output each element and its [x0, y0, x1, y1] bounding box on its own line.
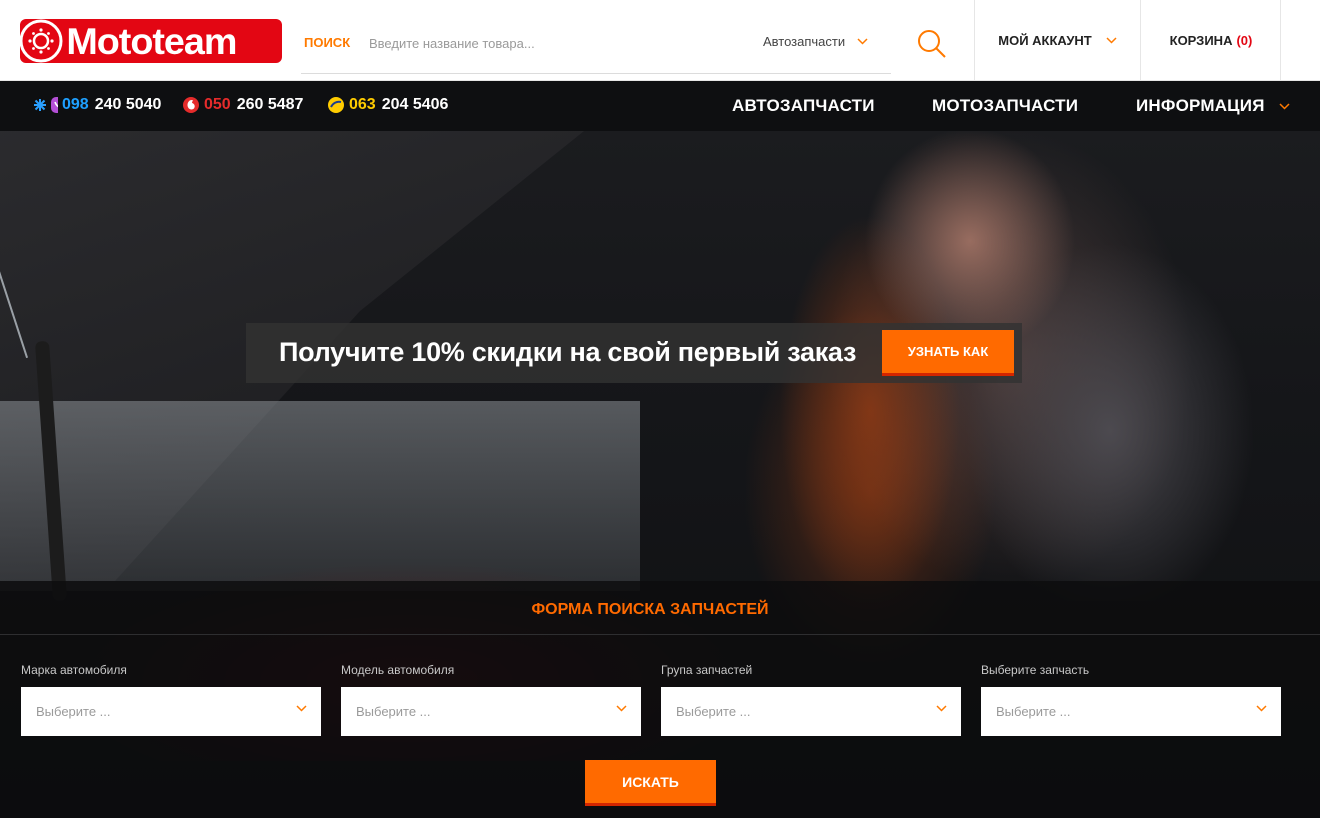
top-header: Mototeam ПОИСК Автозапчасти МОЙ АККАУНТ …	[0, 0, 1320, 81]
chevron-down-icon	[936, 705, 947, 712]
category-select[interactable]: Автозапчасти	[763, 34, 868, 49]
parts-search-form: ФОРМА ПОИСКА ЗАПЧАСТЕЙ Марка автомобиля …	[0, 581, 1320, 818]
parts-group-select[interactable]: Выберите ...	[661, 687, 961, 736]
account-label: МОЙ АККАУНТ	[998, 33, 1092, 48]
phone-code: 098	[62, 96, 89, 113]
nav-information-label: ИНФОРМАЦИЯ	[1136, 96, 1265, 115]
chevron-down-icon	[1279, 102, 1290, 110]
promo-text: Получите 10% скидки на свой первый заказ	[279, 337, 857, 367]
nav-information[interactable]: ИНФОРМАЦИЯ	[1136, 96, 1290, 116]
car-brand-select[interactable]: Выберите ...	[21, 687, 321, 736]
phone-code: 050	[204, 96, 231, 113]
parts-group-value: Выберите ...	[676, 704, 751, 719]
parts-group-label: Група запчастей	[661, 663, 753, 677]
part-value: Выберите ...	[996, 704, 1071, 719]
form-divider	[0, 634, 1320, 635]
brake-disc-icon	[19, 19, 63, 63]
kyivstar-viber-icon	[34, 97, 58, 113]
car-model-value: Выберите ...	[356, 704, 431, 719]
car-model-select[interactable]: Выберите ...	[341, 687, 641, 736]
hero-banner: Получите 10% скидки на свой первый заказ…	[0, 131, 1320, 818]
nav-auto-parts[interactable]: АВТОЗАПЧАСТИ	[732, 96, 875, 116]
promo-banner: Получите 10% скидки на свой первый заказ…	[246, 323, 1022, 383]
chevron-down-icon	[857, 38, 868, 45]
lifecell-icon	[328, 97, 344, 113]
phone-code: 063	[349, 96, 376, 113]
phone-number: 204 5406	[381, 96, 449, 113]
promo-learn-more-button[interactable]: УЗНАТЬ КАК	[882, 330, 1014, 376]
nav-moto-parts[interactable]: МОТОЗАПЧАСТИ	[932, 96, 1078, 116]
phone-number: 240 5040	[94, 96, 162, 113]
phone-kyivstar[interactable]: 098 240 5040	[22, 96, 161, 114]
site-logo[interactable]: Mototeam	[19, 19, 282, 63]
car-brand-label: Марка автомобиля	[21, 663, 127, 677]
cart-label: КОРЗИНА	[1169, 33, 1233, 48]
part-select[interactable]: Выберите ...	[981, 687, 1281, 736]
phone-vodafone[interactable]: 050 260 5487	[182, 96, 303, 114]
form-title: ФОРМА ПОИСКА ЗАПЧАСТЕЙ	[531, 601, 769, 618]
search-input[interactable]	[360, 24, 740, 62]
phone-number: 260 5487	[236, 96, 304, 113]
chevron-down-icon	[616, 705, 627, 712]
part-label: Выберите запчасть	[981, 663, 1090, 677]
cart-count: (0)	[1236, 33, 1253, 48]
search-label: ПОИСК	[304, 35, 351, 50]
cart-link[interactable]: КОРЗИНА (0)	[1141, 0, 1281, 81]
chevron-down-icon	[296, 705, 307, 712]
header-divider	[1280, 0, 1281, 81]
chevron-down-icon	[1106, 37, 1117, 44]
search-underline	[301, 73, 891, 74]
car-brand-value: Выберите ...	[36, 704, 111, 719]
main-nav-bar: 098 240 5040 050 260 5487 063 204 5406 А…	[0, 81, 1320, 131]
car-model-label: Модель автомобиля	[341, 663, 455, 677]
find-parts-button[interactable]: ИСКАТЬ	[585, 760, 716, 806]
category-select-value: Автозапчасти	[763, 34, 846, 49]
account-menu[interactable]: МОЙ АККАУНТ	[975, 0, 1140, 81]
search-icon[interactable]	[914, 26, 948, 60]
logo-text: Mototeam	[66, 20, 237, 62]
vodafone-icon	[183, 97, 199, 113]
phone-lifecell[interactable]: 063 204 5406	[327, 96, 448, 114]
chevron-down-icon	[1256, 705, 1267, 712]
